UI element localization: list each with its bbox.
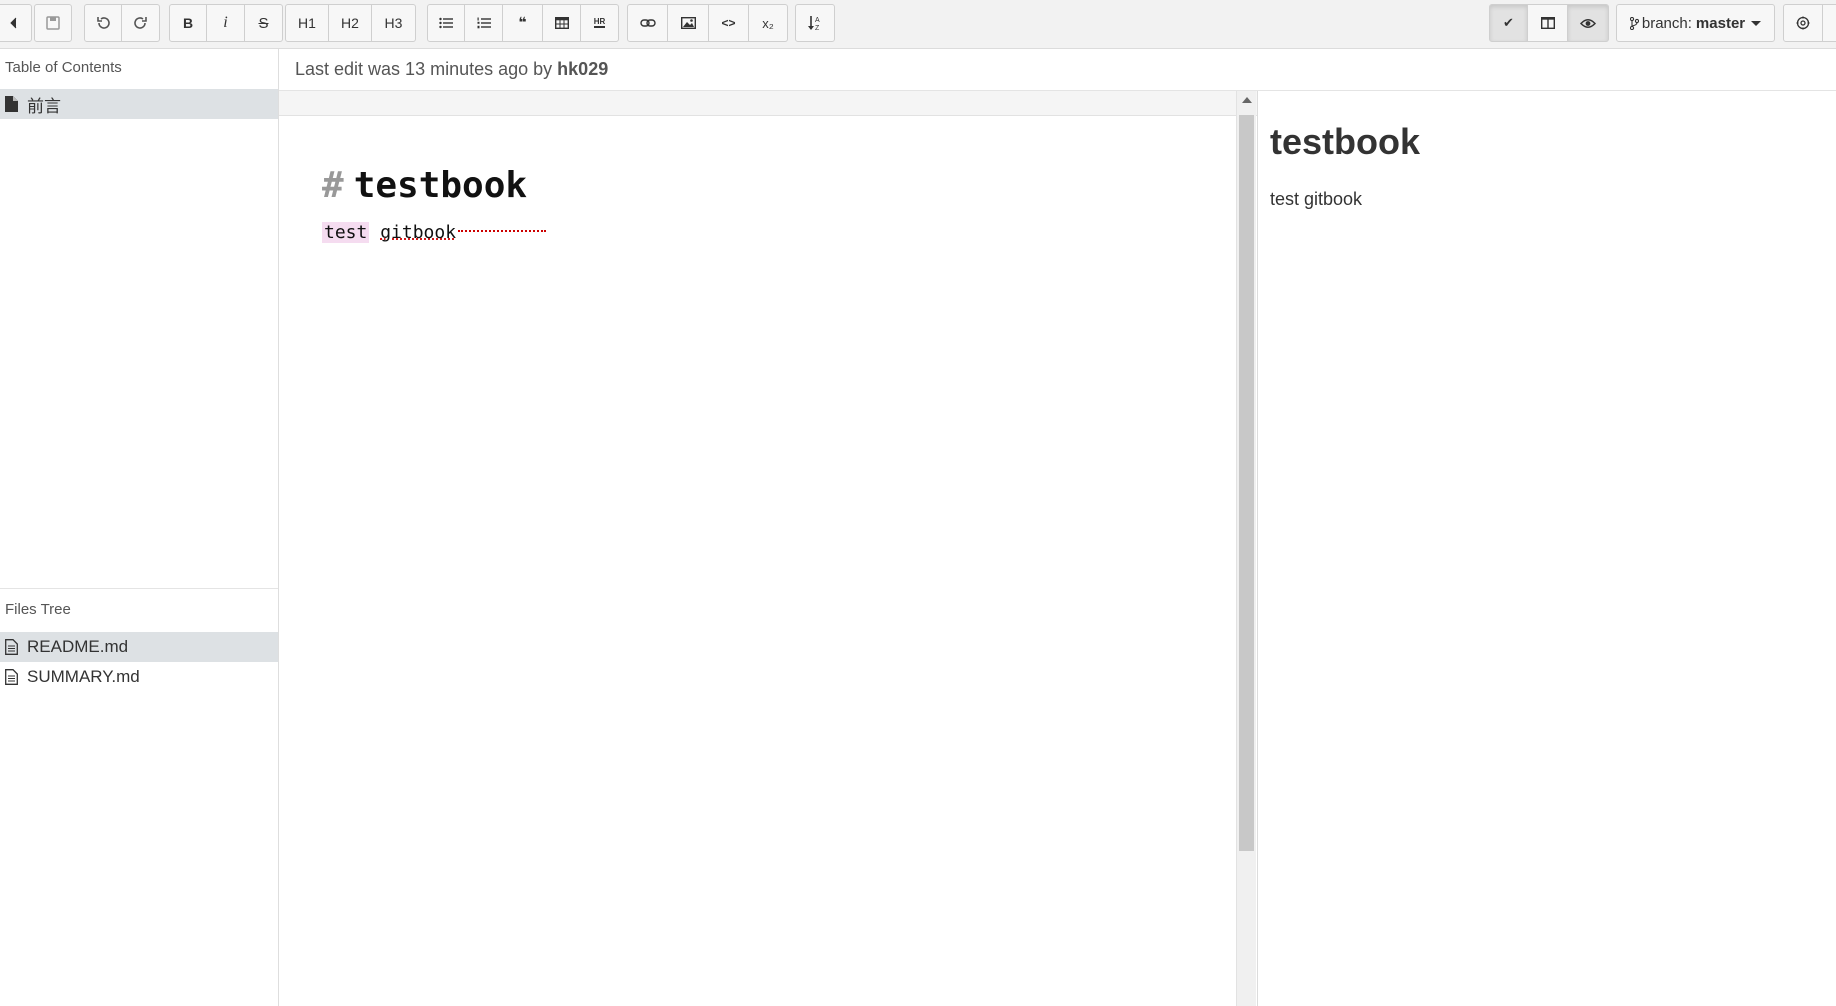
branch-dropdown[interactable]: branch: master [1616, 4, 1775, 42]
undo-button[interactable] [84, 4, 122, 42]
image-icon [680, 17, 696, 29]
more-button[interactable] [1823, 4, 1836, 42]
h1-button[interactable]: H1 [285, 4, 329, 42]
file-item-label: SUMMARY.md [27, 667, 140, 686]
scroll-thumb[interactable] [1239, 115, 1254, 851]
last-edit-info: Last edit was 13 minutes ago by hk029 [279, 49, 1836, 91]
heading-group: H1 H2 H3 [285, 4, 416, 42]
h2-label: H2 [341, 15, 359, 31]
eye-icon [1580, 18, 1596, 29]
bullet-list-button[interactable] [427, 4, 465, 42]
link-icon [639, 18, 656, 28]
editor-top-bar [279, 91, 1257, 116]
branch-prefix: branch: [1641, 14, 1692, 32]
heading-text: testbook [353, 165, 528, 206]
floppy-disk-icon [46, 16, 60, 30]
file-text-icon [5, 669, 23, 685]
last-edit-text: Last edit was 13 minutes ago by [295, 59, 553, 79]
spellcheck-underline [458, 230, 547, 232]
sort-group: AZ [795, 4, 835, 42]
subscript-icon: x₂ [762, 15, 774, 31]
settings-button[interactable] [1783, 4, 1823, 42]
strikethrough-button[interactable]: S [245, 4, 283, 42]
table-icon [554, 17, 569, 29]
save-button[interactable] [34, 4, 72, 42]
numbered-list-button[interactable] [465, 4, 503, 42]
bullet-list-icon [439, 17, 453, 29]
subscript-button[interactable]: x₂ [749, 4, 788, 42]
h3-label: H3 [384, 15, 403, 31]
files-tree-panel: Files Tree README.md SUMMARY.md [0, 588, 278, 692]
h3-button[interactable]: H3 [372, 4, 416, 42]
branch-icon [1629, 16, 1639, 30]
sort-icon: AZ [808, 15, 822, 31]
blockquote-button[interactable]: ❝ [503, 4, 543, 42]
editor-heading-line[interactable]: # testbook [322, 165, 527, 206]
svg-text:A: A [815, 17, 820, 24]
file-item-summary[interactable]: SUMMARY.md [0, 662, 278, 692]
save-group [34, 4, 72, 42]
numbered-list-icon [477, 17, 491, 29]
file-item-label: README.md [27, 637, 129, 656]
toc-item-label: 前言 [27, 96, 61, 116]
history-group [84, 4, 160, 42]
image-button[interactable] [668, 4, 709, 42]
toc-title: Table of Contents [5, 59, 122, 76]
split-view-button[interactable] [1528, 4, 1568, 42]
code-button[interactable]: <> [709, 4, 749, 42]
editor-toolbar: B i S H1 H2 H3 ❝ HR <> x₂ A Z ✔ branch: … [0, 0, 1836, 49]
gear-icon [1796, 16, 1810, 30]
branch-group: branch: master [1616, 4, 1775, 42]
code-icon: <> [721, 16, 736, 30]
quote-icon: ❝ [518, 15, 527, 31]
nav-group [0, 4, 32, 42]
last-edit-user: hk029 [557, 59, 609, 79]
validate-button[interactable]: ✔ [1489, 4, 1528, 42]
redo-icon [133, 16, 148, 30]
view-group: ✔ [1489, 4, 1609, 42]
sidebar: Table of Contents 前言 Files Tree README.m… [0, 49, 279, 1006]
misspelled-word: gitbook [380, 222, 457, 243]
italic-icon: i [223, 14, 228, 31]
preview-paragraph: test gitbook [1270, 189, 1363, 209]
h2-button[interactable]: H2 [329, 4, 372, 42]
redo-button[interactable] [122, 4, 160, 42]
insert-group: <> x₂ [627, 4, 788, 42]
scroll-up-icon[interactable] [1242, 97, 1252, 103]
format-group: B i S [169, 4, 283, 42]
back-button[interactable] [0, 4, 32, 42]
svg-text:Z: Z [815, 25, 820, 31]
highlighted-word: test [322, 222, 370, 243]
file-item-readme[interactable]: README.md [0, 632, 278, 662]
editor-scrollbar[interactable] [1236, 91, 1256, 1006]
heading-mark: # [322, 165, 344, 206]
settings-group [1783, 4, 1836, 42]
columns-icon [1540, 17, 1555, 29]
editor-paragraph-line[interactable]: test gitbook [322, 222, 547, 243]
horizontal-rule-button[interactable]: HR [581, 4, 619, 42]
toc-item-preface[interactable]: 前言 [0, 89, 278, 119]
chevron-down-icon [1751, 20, 1762, 26]
undo-icon [96, 16, 110, 30]
preview-pane: testbook test gitbook [1258, 91, 1836, 1006]
preview-toggle-button[interactable] [1568, 4, 1609, 42]
link-button[interactable] [627, 4, 668, 42]
chevron-left-icon [9, 17, 17, 29]
preview-heading: testbook [1270, 121, 1421, 162]
table-button[interactable] [543, 4, 581, 42]
hr-icon: HR [593, 17, 606, 28]
sort-button[interactable]: AZ [795, 4, 835, 42]
bold-icon: B [182, 15, 194, 31]
file-text-icon [5, 639, 23, 655]
strikethrough-icon: S [258, 14, 269, 32]
branch-name: master [1695, 14, 1746, 32]
file-icon [5, 96, 23, 112]
toc-list: 前言 [0, 89, 278, 119]
h1-label: H1 [298, 15, 316, 31]
files-tree-title: Files Tree [5, 601, 71, 618]
check-icon: ✔ [1503, 15, 1514, 31]
block-group: ❝ HR [427, 4, 619, 42]
bold-button[interactable]: B [169, 4, 207, 42]
italic-button[interactable]: i [207, 4, 245, 42]
